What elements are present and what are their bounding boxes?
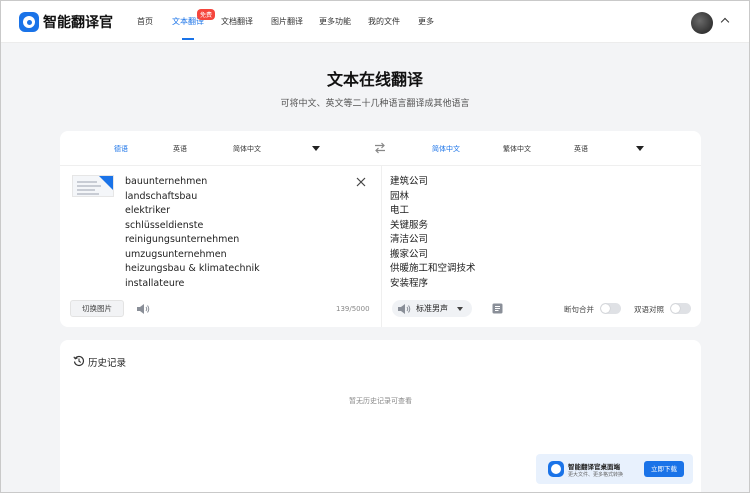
source-line: schlüsseldienste <box>125 219 204 231</box>
char-count: 139/5000 <box>336 305 370 313</box>
source-text[interactable]: bauunternehmen landschaftsbau elektriker… <box>125 175 260 291</box>
target-line: 搬家公司 <box>390 248 429 260</box>
history-title: 历史记录 <box>88 358 127 369</box>
target-line: 安装程序 <box>390 277 429 289</box>
free-badge: 免费 <box>197 9 216 20</box>
source-lang-simplified-chinese[interactable]: 简体中文 <box>233 144 261 154</box>
merge-sentences-toggle[interactable] <box>600 303 621 314</box>
target-line: 关键服务 <box>390 219 429 231</box>
target-line: 清洁公司 <box>390 234 429 245</box>
speaker-icon[interactable] <box>136 303 150 315</box>
banner-title: 智能翻译官桌面端 <box>568 463 620 471</box>
panel-divider <box>381 166 382 327</box>
bilingual-label: 双语对照 <box>634 305 664 314</box>
banner-description: 更大文件、更多格式转换 <box>568 472 624 478</box>
nav-item-my-files[interactable]: 我的文件 <box>368 16 400 27</box>
chevron-down-icon <box>457 307 463 311</box>
source-line: landschaftsbau <box>125 190 198 202</box>
merge-sentences-label: 断句合并 <box>564 305 594 314</box>
switch-image-button[interactable]: 切换图片 <box>70 300 124 317</box>
logo-icon <box>548 461 564 477</box>
logo-icon[interactable] <box>19 12 39 32</box>
app-title[interactable]: 智能翻译官 <box>43 12 113 32</box>
target-lang-simplified-chinese[interactable]: 简体中文 <box>432 144 460 154</box>
source-lang-english[interactable]: 英语 <box>173 144 187 154</box>
history-empty-text: 暂无历史记录可查看 <box>349 397 412 405</box>
nav-item-more[interactable]: 更多 <box>418 16 434 27</box>
target-lang-dropdown-icon[interactable] <box>636 146 644 151</box>
page-title: 文本在线翻译 <box>326 70 423 89</box>
nav-item-home[interactable]: 首页 <box>137 16 153 27</box>
nav-item-image-translate[interactable]: 图片翻译 <box>271 16 303 27</box>
voice-select[interactable]: 标准男声 <box>392 300 472 317</box>
source-line: heizungsbau & klimatechnik <box>125 263 260 274</box>
download-button[interactable]: 立即下载 <box>644 461 684 477</box>
target-line: 建筑公司 <box>390 176 429 187</box>
target-lang-english[interactable]: 英语 <box>574 144 588 154</box>
avatar[interactable] <box>691 12 713 34</box>
translated-text: 建筑公司 园林 电工 关键服务 清洁公司 搬家公司 供暖施工和空调技术 安装程序 <box>390 175 476 291</box>
page-subtitle: 可将中文、英文等二十几种语言翻译成其他语言 <box>280 99 470 109</box>
language-bar: 德语 英语 简体中文 简体中文 繁体中文 英语 <box>60 131 701 166</box>
source-line: bauunternehmen <box>125 176 208 187</box>
history-icon <box>73 355 85 367</box>
voice-label: 标准男声 <box>416 304 448 313</box>
source-lang-dropdown-icon[interactable] <box>312 146 320 151</box>
nav-item-document-translate[interactable]: 文档翻译 <box>221 16 253 27</box>
copy-icon[interactable] <box>492 303 503 314</box>
source-line: installateure <box>125 277 185 289</box>
source-lang-german[interactable]: 德语 <box>114 144 128 154</box>
source-line: elektriker <box>125 205 171 216</box>
target-line: 电工 <box>390 205 410 216</box>
target-line: 供暖施工和空调技术 <box>390 263 476 274</box>
caret-up-icon[interactable] <box>720 17 730 27</box>
speaker-icon <box>398 304 411 314</box>
clear-icon[interactable] <box>356 177 366 187</box>
image-thumbnail[interactable] <box>72 175 114 197</box>
translate-card: 德语 英语 简体中文 简体中文 繁体中文 英语 bauunternehmen l… <box>60 131 701 327</box>
bilingual-toggle[interactable] <box>670 303 691 314</box>
source-line: umzugsunternehmen <box>125 248 227 260</box>
desktop-download-banner: 智能翻译官桌面端 更大文件、更多格式转换 立即下载 <box>536 454 693 484</box>
swap-icon[interactable] <box>373 141 387 155</box>
top-header: 智能翻译官 首页 文本翻译 免费 文档翻译 图片翻译 更多功能 我的文件 更多 <box>1 1 749 43</box>
source-line: reinigungsunternehmen <box>125 234 240 245</box>
nav-item-more-features[interactable]: 更多功能 <box>319 16 351 27</box>
target-line: 园林 <box>390 190 410 202</box>
target-lang-traditional-chinese[interactable]: 繁体中文 <box>503 144 531 154</box>
